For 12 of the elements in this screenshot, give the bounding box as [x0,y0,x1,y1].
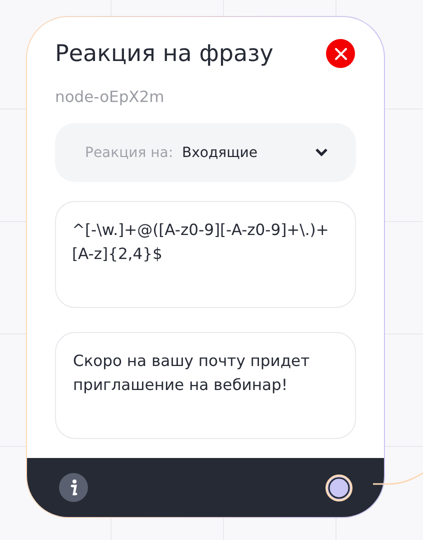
info-icon[interactable] [59,473,88,502]
node-id: node-oEpX2m [55,88,166,106]
node-title: Реакция на фразу [55,40,274,66]
reaction-label: Реакция на: [85,144,174,160]
reply-field[interactable]: Скоро на вашу почту придет приглашение на вебинар! [55,332,356,439]
close-button[interactable] [326,39,355,68]
close-icon [334,48,346,60]
reaction-select[interactable]: Реакция на: Входящие [55,123,356,182]
output-port-icon[interactable] [325,474,353,502]
pattern-field[interactable]: ^[-\w.]+@([A-z0-9][-A-z0-9]+\.)+[A-z]{2,4}$ [55,201,356,308]
reaction-value: Входящие [182,144,259,160]
chevron-down-icon [315,148,328,157]
